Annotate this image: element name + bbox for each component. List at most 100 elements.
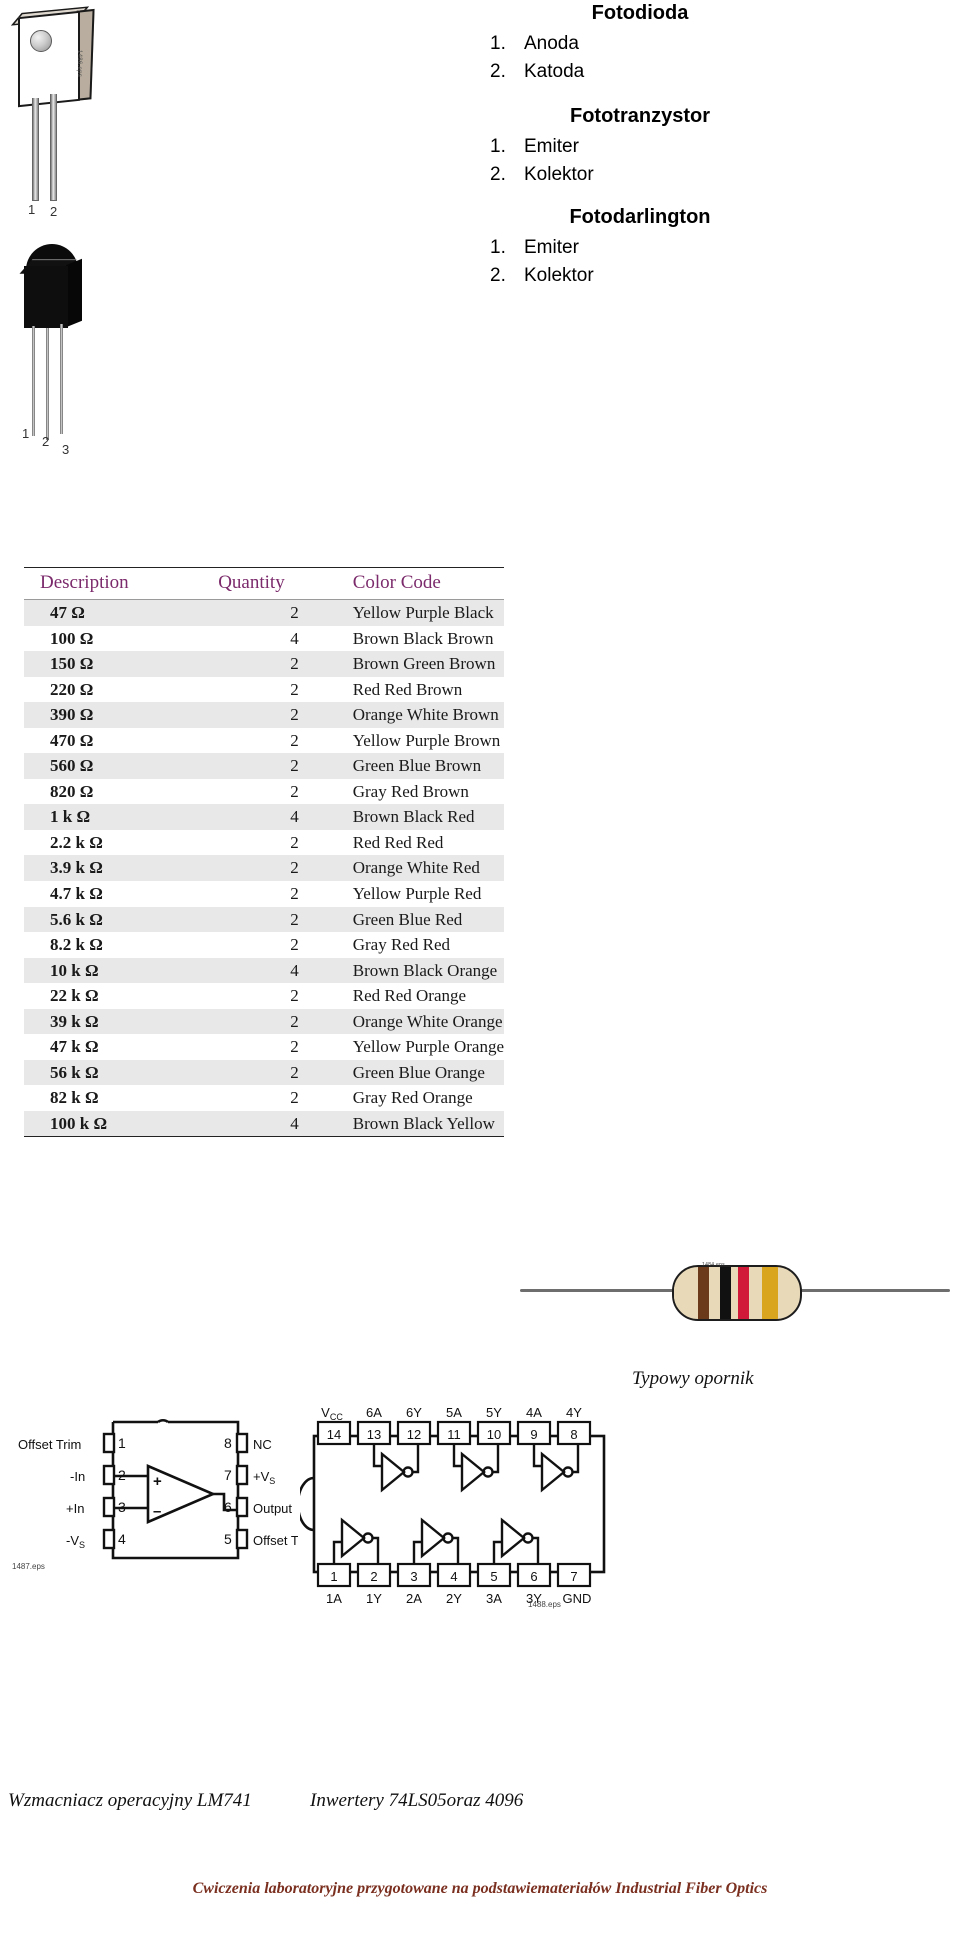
phototransistor-lead-1 — [32, 326, 35, 436]
cell-color-code: Red Red Red — [340, 829, 504, 856]
table-row: 100 k Ω 4 Brown Black Yellow — [24, 1110, 504, 1138]
cell-quantity: 4 — [210, 625, 341, 652]
table-row: 1 k Ω 4 Brown Black Red — [24, 804, 504, 830]
lm741-pinnum-7: 7 — [224, 1467, 232, 1483]
cell-description: 47 k Ω — [24, 1034, 211, 1060]
cell-description: 5.6 k Ω — [24, 906, 211, 933]
pin-label: Katoda — [524, 60, 585, 82]
component-title-fototranzystor: Fototranzystor — [570, 105, 710, 128]
phototransistor-pin-label-3: 3 — [62, 442, 70, 457]
hex-pinnum-13: 13 — [367, 1427, 381, 1442]
hex-pinnum-2: 2 — [370, 1569, 377, 1584]
table-row: 4.7 k Ω 2 Yellow Purple Red — [24, 881, 504, 907]
table-row: 560 Ω 2 Green Blue Brown — [24, 753, 504, 779]
table-row: 150 Ω 2 Brown Green Brown — [24, 651, 504, 677]
cell-description: 150 Ω — [24, 651, 211, 677]
lm741-pinout-svg: + – 1 2 3 4 8 7 6 5 Offset Trim -In +In … — [18, 1419, 316, 1560]
hex-pinnum-8: 8 — [570, 1427, 577, 1442]
cell-quantity: 2 — [210, 727, 341, 754]
cell-description: 4.7 k Ω — [24, 881, 211, 907]
column-header-quantity: Quantity — [210, 567, 341, 600]
table-row: 8.2 k Ω 2 Gray Red Red — [24, 932, 504, 958]
pin-number: 1. — [490, 136, 506, 158]
lm741-pinnum-1: 1 — [118, 1435, 126, 1451]
ic-diagrams-section: + – 1 2 3 4 8 7 6 5 Offset Trim -In +In … — [0, 1400, 960, 1730]
table-row: 2.2 k Ω 2 Red Red Red — [24, 829, 504, 856]
resistor-color-band — [762, 1267, 778, 1319]
hex-pinnum-4: 4 — [450, 1569, 457, 1584]
pin-list-fotodarlington: 1. Emiter 2. Kolektor — [330, 234, 950, 289]
hex-pinlabel-4y: 4Y — [566, 1405, 582, 1420]
lm741-pinlabel-offset-trim-1: Offset Trim — [18, 1437, 81, 1452]
table-row: 47 k Ω 2 Yellow Purple Orange — [24, 1034, 504, 1060]
pin-number: 2. — [490, 264, 506, 286]
table-row: 390 Ω 2 Orange White Brown — [24, 702, 504, 728]
component-title-fotodarlington: Fotodarlington — [569, 206, 711, 229]
cell-quantity: 2 — [210, 702, 341, 728]
lm741-pinlabel-minus-in: -In — [70, 1469, 85, 1484]
list-item: 2. Kolektor — [330, 161, 950, 189]
cell-description: 39 k Ω — [24, 1008, 211, 1035]
cell-description: 10 k Ω — [24, 957, 211, 984]
cell-description: 220 Ω — [24, 676, 211, 703]
cell-color-code: Brown Green Brown — [340, 651, 504, 677]
table-row: 100 Ω 4 Brown Black Brown — [24, 625, 504, 652]
cell-color-code: Red Red Brown — [340, 676, 504, 703]
cell-color-code: Gray Red Brown — [340, 778, 504, 805]
hex-pinnum-9: 9 — [530, 1427, 537, 1442]
cell-quantity: 2 — [210, 1059, 341, 1086]
photodiode-package-figure: 1486.eps 1 2 — [6, 6, 186, 226]
resistor-photo-figure: 1484.eps — [520, 1245, 950, 1375]
cell-quantity: 2 — [210, 1085, 341, 1111]
cell-description: 56 k Ω — [24, 1059, 211, 1086]
cell-color-code: Red Red Orange — [340, 983, 504, 1009]
lm741-pinlabel-nc: NC — [253, 1437, 272, 1452]
lm741-pinlabel-plus-vs: +VS — [253, 1469, 275, 1486]
cell-quantity: 2 — [210, 778, 341, 805]
lm741-input-minus: – — [153, 1503, 161, 1520]
lm741-pinlabel-minus-vs: -VS — [66, 1533, 85, 1550]
table-row: 470 Ω 2 Yellow Purple Brown — [24, 727, 504, 754]
phototransistor-pin-label-1: 1 — [22, 426, 30, 441]
cell-quantity: 2 — [210, 855, 341, 882]
lm741-pinout-figure: + – 1 2 3 4 8 7 6 5 Offset Trim -In +In … — [8, 1410, 316, 1590]
cell-quantity: 2 — [210, 676, 341, 703]
cell-description: 820 Ω — [24, 778, 211, 805]
table-row: 22 k Ω 2 Red Red Orange — [24, 983, 504, 1009]
hex-pinlabel-vcc: VCC — [321, 1405, 343, 1422]
resistor-eps-code: 1484.eps — [702, 1262, 725, 1268]
pin-number: 1. — [490, 237, 506, 259]
pin-number: 2. — [490, 163, 506, 185]
cell-quantity: 2 — [210, 829, 341, 856]
resistor-table-container: Description Quantity Color Code 47 Ω 2 Yel… — [24, 567, 504, 1138]
table-row: 10 k Ω 4 Brown Black Orange — [24, 957, 504, 984]
cell-description: 1 k Ω — [24, 804, 211, 830]
pin-number: 2. — [490, 60, 506, 82]
hex-inverter-eps-tag: 1488.eps — [528, 1600, 561, 1609]
cell-description: 100 Ω — [24, 625, 211, 652]
resistor-body — [672, 1265, 802, 1321]
phototransistor-package-figure: 1 2 3 — [8, 240, 198, 460]
table-row: 3.9 k Ω 2 Orange White Red — [24, 855, 504, 882]
resistor-table-body: 47 Ω 2 Yellow Purple Black 100 Ω 4 Brown Blac… — [24, 599, 504, 1138]
hex-pinlabel-5y: 5Y — [486, 1405, 502, 1420]
hex-pinnum-11: 11 — [447, 1427, 461, 1442]
hex-pinlabel-2a: 2A — [406, 1591, 422, 1606]
resistor-table-head: Description Quantity Color Code — [24, 567, 504, 600]
table-row: 820 Ω 2 Gray Red Brown — [24, 778, 504, 805]
photodiode-lead-1 — [32, 98, 39, 201]
cell-color-code: Green Blue Red — [340, 906, 504, 933]
hex-pinlabel-1y: 1Y — [366, 1591, 382, 1606]
hex-pinlabel-4a: 4A — [526, 1405, 542, 1420]
top-components-section: 1486.eps 1 2 1 2 3 Fotodioda 1. Anoda 2. K… — [0, 0, 960, 465]
pin-list-fotodioda: 1. Anoda 2. Katoda — [330, 30, 950, 85]
lm741-input-plus: + — [153, 1473, 162, 1490]
cell-quantity: 2 — [210, 932, 341, 958]
cell-description: 82 k Ω — [24, 1085, 211, 1111]
cell-description: 47 Ω — [24, 599, 211, 626]
cell-description: 470 Ω — [24, 727, 211, 754]
cell-color-code: Gray Red Red — [340, 932, 504, 958]
hex-pinlabel-2y: 2Y — [446, 1591, 462, 1606]
lm741-pinnum-8: 8 — [224, 1435, 232, 1451]
resistor-photo-caption: Typowy opornik — [632, 1368, 754, 1389]
